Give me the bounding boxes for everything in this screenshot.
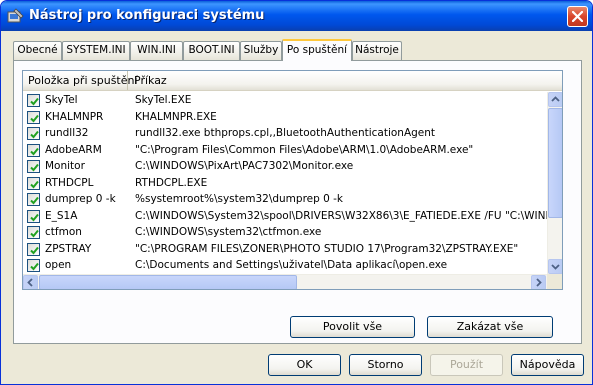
list-header: Položka při spuštění Příkaz bbox=[23, 71, 562, 91]
column-header-startup-item[interactable]: Položka při spuštění bbox=[23, 71, 138, 90]
startup-item-name: ctfmon bbox=[45, 226, 82, 238]
startup-item-checkbox[interactable] bbox=[27, 176, 40, 190]
startup-item-name: ZPSTRAY bbox=[45, 242, 92, 255]
startup-item-command: C:\WINDOWS\PixArt\PAC7302\Monitor.exe bbox=[135, 160, 354, 172]
cancel-button[interactable]: Storno bbox=[349, 354, 422, 376]
startup-item-name: KHALMNPR bbox=[45, 110, 104, 123]
startup-item-name: AdobeARM bbox=[45, 143, 102, 156]
checkmark-icon bbox=[30, 114, 39, 122]
startup-item-command: C:\Documents and Settings\uživatel\Data … bbox=[135, 259, 448, 271]
startup-item-command: SkyTel.EXE bbox=[135, 94, 192, 106]
list-item[interactable]: open C:\Documents and Settings\uživatel\D… bbox=[23, 257, 547, 275]
scroll-down-button[interactable] bbox=[548, 259, 562, 274]
checkmark-icon bbox=[30, 130, 39, 139]
startup-item-checkbox[interactable] bbox=[27, 94, 40, 107]
startup-item-checkbox[interactable] bbox=[27, 226, 40, 239]
title-bar[interactable]: Nástroj pro konfiguraci systému bbox=[1, 1, 592, 31]
arrow-down-icon bbox=[551, 264, 560, 270]
list-item[interactable]: dumprep 0 -k %systemroot%\system32\dumpre… bbox=[23, 191, 547, 209]
vertical-scrollbar[interactable] bbox=[547, 92, 562, 275]
horizontal-scroll-thumb[interactable] bbox=[39, 275, 297, 289]
startup-item-name: E_S1A bbox=[45, 209, 78, 222]
startup-item-command: %systemroot%\system32\dumprep 0 -k bbox=[135, 193, 344, 205]
list-item[interactable]: E_S1A C:\WINDOWS\System32\spool\DRIVERS\W… bbox=[23, 208, 547, 226]
checkmark-icon bbox=[30, 213, 39, 221]
ok-button[interactable]: OK bbox=[268, 354, 341, 376]
startup-item-name: SkyTel bbox=[45, 94, 78, 106]
startup-item-command: KHALMNPR.EXE bbox=[135, 110, 217, 123]
scroll-left-button[interactable] bbox=[23, 275, 38, 289]
list-item[interactable]: ctfmon C:\WINDOWS\system32\ctfmon.exe bbox=[23, 224, 547, 242]
enable-all-button[interactable]: Povolit vše bbox=[290, 316, 415, 338]
tab-services[interactable]: Služby bbox=[240, 41, 282, 60]
apply-button[interactable]: Použít bbox=[430, 354, 503, 376]
tab-system-ini[interactable]: SYSTEM.INI bbox=[62, 41, 130, 60]
list-item[interactable]: AdobeARM "C:\Program Files\Common Files\A… bbox=[23, 142, 547, 160]
help-button[interactable]: Nápověda bbox=[511, 354, 584, 376]
vertical-scroll-thumb[interactable] bbox=[548, 108, 562, 218]
close-button[interactable] bbox=[567, 6, 588, 27]
arrow-right-icon bbox=[536, 278, 542, 287]
startup-item-name: RTHDCPL bbox=[45, 176, 94, 189]
checkmark-icon bbox=[30, 262, 39, 271]
startup-item-command: "C:\PROGRAM FILES\ZONER\PHOTO STUDIO 17\… bbox=[135, 242, 519, 255]
checkmark-icon bbox=[30, 246, 39, 254]
system-config-window: Nástroj pro konfiguraci systému Obecné S… bbox=[0, 0, 593, 385]
startup-item-command: C:\WINDOWS\System32\spool\DRIVERS\W32X86… bbox=[135, 209, 547, 222]
startup-item-checkbox[interactable] bbox=[27, 127, 40, 140]
checkmark-icon bbox=[30, 180, 39, 188]
startup-item-checkbox[interactable] bbox=[27, 209, 40, 223]
scrollbar-corner bbox=[547, 274, 562, 289]
horizontal-scrollbar[interactable] bbox=[23, 274, 562, 289]
list-item[interactable]: KHALMNPR KHALMNPR.EXE bbox=[23, 109, 547, 127]
startup-item-checkbox[interactable] bbox=[27, 193, 40, 206]
checkmark-icon bbox=[30, 196, 39, 205]
startup-item-checkbox[interactable] bbox=[27, 160, 40, 173]
arrow-left-icon bbox=[27, 278, 33, 287]
list-item[interactable]: SkyTel SkyTel.EXE bbox=[23, 92, 547, 110]
list-rows: SkyTel SkyTel.EXE KHALMNPR KHALMNPR.EXE rund… bbox=[23, 92, 547, 289]
checkmark-icon bbox=[30, 163, 39, 172]
startup-item-name: rundll32 bbox=[45, 127, 89, 139]
startup-tab-panel: Položka při spuštění Příkaz SkyTel SkyTel… bbox=[13, 60, 582, 344]
startup-item-command: C:\WINDOWS\system32\ctfmon.exe bbox=[135, 226, 322, 238]
startup-item-checkbox[interactable] bbox=[27, 242, 40, 256]
window-title: Nástroj pro konfiguraci systému bbox=[29, 8, 265, 23]
column-header-command[interactable]: Příkaz bbox=[129, 71, 167, 90]
close-icon bbox=[572, 11, 583, 22]
startup-item-name: Monitor bbox=[45, 160, 85, 172]
disable-all-button[interactable]: Zakázat vše bbox=[427, 316, 553, 338]
list-item[interactable]: Monitor C:\WINDOWS\PixArt\PAC7302\Monitor… bbox=[23, 158, 547, 176]
tab-tools[interactable]: Nástroje bbox=[352, 41, 402, 60]
list-item[interactable]: RTHDCPL RTHDCPL.EXE bbox=[23, 175, 547, 193]
list-item[interactable]: ZPSTRAY "C:\PROGRAM FILES\ZONER\PHOTO STU… bbox=[23, 241, 547, 259]
scroll-up-button[interactable] bbox=[548, 92, 562, 107]
startup-item-command: RTHDCPL.EXE bbox=[135, 176, 208, 189]
startup-item-checkbox[interactable] bbox=[27, 143, 40, 157]
startup-item-name: open bbox=[45, 259, 72, 271]
startup-items-list[interactable]: Položka při spuštění Příkaz SkyTel SkyTel… bbox=[22, 70, 563, 290]
startup-item-command: "C:\Program Files\Common Files\Adobe\ARM… bbox=[135, 143, 474, 156]
tab-win-ini[interactable]: WIN.INI bbox=[130, 41, 183, 60]
tab-startup[interactable]: Po spuštění bbox=[282, 39, 352, 61]
checkmark-icon bbox=[30, 97, 39, 106]
msconfig-app-icon bbox=[7, 8, 24, 24]
startup-item-checkbox[interactable] bbox=[27, 259, 40, 272]
scroll-right-button[interactable] bbox=[531, 275, 546, 289]
tab-boot-ini[interactable]: BOOT.INI bbox=[183, 41, 240, 60]
startup-item-name: dumprep 0 -k bbox=[45, 193, 116, 205]
checkmark-icon bbox=[30, 147, 39, 155]
startup-item-command: rundll32.exe bthprops.cpl,,BluetoothAuth… bbox=[135, 127, 436, 139]
arrow-up-icon bbox=[551, 96, 560, 102]
startup-item-checkbox[interactable] bbox=[27, 110, 40, 124]
list-item[interactable]: rundll32 rundll32.exe bthprops.cpl,,Bluet… bbox=[23, 125, 547, 143]
checkmark-icon bbox=[30, 229, 39, 238]
tab-general[interactable]: Obecné bbox=[13, 41, 62, 60]
